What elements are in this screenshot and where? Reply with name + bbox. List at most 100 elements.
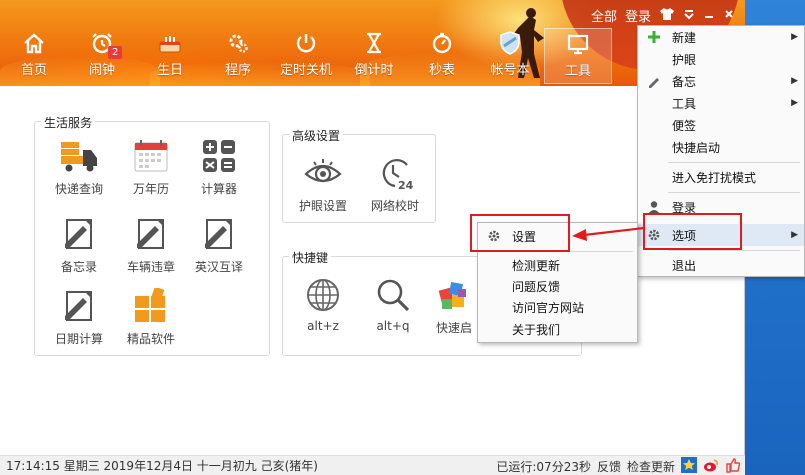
feedback-link[interactable]: 反馈 (597, 458, 621, 475)
submenu-arrow-icon: ▶ (791, 230, 798, 240)
nav-label: 帐号本 (490, 63, 530, 78)
annotation-box-settings (470, 214, 570, 252)
menu-separator (668, 250, 800, 251)
login-link[interactable]: 登录 (625, 6, 651, 25)
nav-item-home[interactable]: 首页 (0, 28, 68, 84)
tile-label: 护眼设置 (298, 199, 347, 213)
tile-label: alt+q (376, 319, 410, 333)
tile-calculator[interactable]: 计算器 (185, 136, 253, 197)
menu-item-tools[interactable]: 工具 ▶ (638, 92, 804, 114)
menu-item-memo[interactable]: 备忘 ▶ (638, 70, 804, 92)
menu-item-dnd[interactable]: 进入免打扰模式 (638, 166, 804, 188)
star-icon[interactable] (681, 457, 697, 475)
nav-item-programs[interactable]: 程序 (204, 28, 272, 84)
submenu-arrow-icon: ▶ (791, 32, 798, 42)
minimize-icon[interactable] (703, 8, 715, 24)
tile-label: 网络校时 (370, 199, 419, 213)
calendar-icon (131, 136, 171, 176)
thumbs-up-icon[interactable] (725, 457, 741, 475)
tile-label: 备忘录 (60, 260, 97, 274)
top-right-links: 全部 登录 (591, 6, 735, 25)
submenu-arrow-icon: ▶ (791, 76, 798, 86)
globe-icon (303, 275, 343, 315)
nav-label: 闹钟 (88, 63, 115, 78)
group-title: 生活服务 (41, 114, 96, 131)
alarm-count-badge: 2 (108, 46, 123, 59)
shirt-icon[interactable] (659, 7, 675, 25)
power-icon (293, 30, 319, 56)
tile-calendar[interactable]: 万年历 (117, 136, 185, 197)
menu-item-new[interactable]: 新建 ▶ (638, 26, 804, 48)
check-update-link[interactable]: 检查更新 (627, 458, 675, 475)
tile-shortcut-quicklaunch[interactable]: 快速启 (429, 275, 479, 336)
menu-item-quick-launch[interactable]: 快捷启动 (638, 136, 804, 158)
nav-item-shutdown[interactable]: 定时关机 (272, 28, 340, 84)
tile-label: 快递查询 (54, 182, 103, 196)
submenu-item-feedback[interactable]: 问题反馈 (478, 275, 637, 297)
group-title: 快捷键 (289, 249, 332, 266)
annotation-box-options (643, 213, 742, 250)
nav-label: 工具 (564, 64, 591, 79)
submenu-item-website[interactable]: 访问官方网站 (478, 296, 637, 318)
all-link[interactable]: 全部 (591, 6, 617, 25)
close-icon[interactable] (723, 8, 735, 24)
tile-eye-care[interactable]: 护眼设置 (289, 153, 357, 214)
tile-express[interactable]: 快递查询 (45, 136, 113, 197)
status-datetime: 17:14:15 星期三 2019年12月4日 十一月初九 己亥(猪年) (6, 459, 318, 473)
advanced-settings-group: 高级设置 护眼设置 24 网络校时 (282, 127, 436, 223)
annotation-arrow (572, 226, 645, 241)
nav-item-tools[interactable]: 工具 (544, 28, 612, 84)
tile-shortcut-globe[interactable]: alt+z (289, 275, 357, 333)
tile-translate[interactable]: 英汉互译 (185, 214, 253, 275)
eye-icon (303, 153, 343, 193)
apps-grid-icon (131, 286, 171, 326)
shield-icon (497, 30, 523, 56)
tile-traffic-violation[interactable]: 车辆违章 (117, 214, 185, 275)
submenu-item-about[interactable]: 关于我们 (478, 318, 637, 340)
menu-item-sticky-note[interactable]: 便签 (638, 114, 804, 136)
pencil-icon (646, 73, 662, 89)
plus-icon (646, 29, 662, 45)
tile-shortcut-search[interactable]: alt+q (359, 275, 427, 333)
tile-memo[interactable]: 备忘录 (45, 214, 113, 275)
nav-item-accounts[interactable]: 帐号本 (476, 28, 544, 84)
submenu-arrow-icon: ▶ (791, 98, 798, 108)
memo-pen-icon (59, 214, 99, 254)
nav-label: 生日 (156, 63, 183, 78)
nav-item-countdown[interactable]: 倒计时 (340, 28, 408, 84)
status-right: 已运行:07分23秒 反馈 检查更新 (496, 457, 741, 475)
group-title: 高级设置 (289, 127, 344, 144)
nav-item-alarm[interactable]: 2 闹钟 (68, 28, 136, 84)
tile-label: alt+z (307, 319, 339, 333)
tile-label: 计算器 (200, 182, 237, 196)
colorful-cubes-icon (434, 275, 474, 315)
nav-item-stopwatch[interactable]: 秒表 (408, 28, 476, 84)
menu-item-exit[interactable]: 退出 (638, 254, 804, 276)
nav-label: 倒计时 (354, 63, 394, 78)
weibo-icon[interactable] (703, 457, 719, 475)
nav-label: 定时关机 (279, 63, 332, 78)
monitor-icon (565, 31, 591, 57)
birthday-cake-icon (157, 30, 183, 56)
menu-item-eye-care[interactable]: 护眼 (638, 48, 804, 70)
dropdown-icon[interactable] (683, 8, 695, 24)
tile-label: 英汉互译 (194, 260, 243, 274)
tile-network-time[interactable]: 24 网络校时 (361, 153, 429, 214)
nav-item-birthday[interactable]: 生日 (136, 28, 204, 84)
delivery-truck-icon (59, 136, 99, 176)
nav-label: 秒表 (428, 63, 455, 78)
memo-pen-icon (131, 214, 171, 254)
main-nav: 首页 2 闹钟 生日 程序 定时关机 倒计时 秒表 帐号本 工具 (0, 28, 612, 84)
tile-label: 快速启 (435, 321, 472, 335)
nav-label: 程序 (224, 63, 251, 78)
header-banner: 全部 登录 首页 2 闹钟 生日 程序 定时关机 倒计时 秒表 帐号本 工具 (0, 0, 745, 86)
submenu-item-check-update[interactable]: 检测更新 (478, 254, 637, 276)
tile-label: 车辆违章 (126, 260, 175, 274)
status-bar: 17:14:15 星期三 2019年12月4日 十一月初九 己亥(猪年) 已运行… (0, 455, 745, 475)
stopwatch-icon (429, 30, 455, 56)
memo-pen-icon (199, 214, 239, 254)
tile-software[interactable]: 精品软件 (117, 286, 185, 347)
tile-date-calc[interactable]: 日期计算 (45, 286, 113, 347)
menu-separator (668, 162, 800, 163)
svg-text:24: 24 (398, 179, 413, 191)
